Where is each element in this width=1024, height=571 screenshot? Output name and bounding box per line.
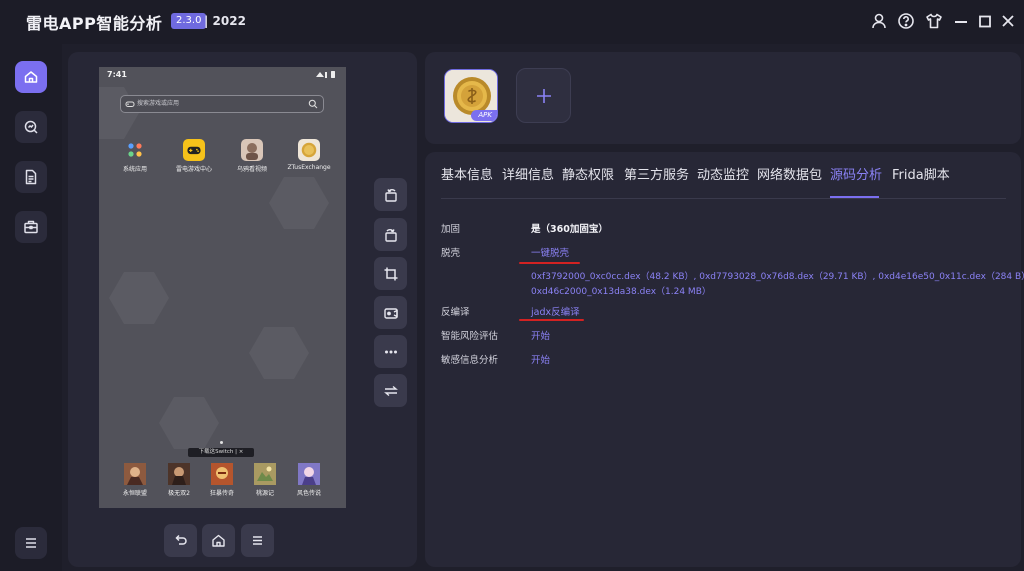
minimize-icon[interactable] (952, 12, 970, 30)
toolbox-icon (24, 220, 38, 234)
decompile-label: 反编译 (441, 307, 470, 318)
maximize-icon[interactable] (976, 12, 994, 30)
apk-badge: APK (471, 110, 497, 121)
red-underline-annotation (519, 319, 584, 321)
record-icon (383, 307, 398, 319)
game-center-icon (183, 139, 205, 161)
coin-app-icon (298, 139, 320, 161)
game-app-icon (211, 463, 233, 485)
tab-dynamic-monitor[interactable]: 动态监控 (697, 168, 749, 184)
home-icon (24, 71, 38, 83)
gamepad-icon (125, 101, 135, 107)
unpack-label: 脱壳 (441, 248, 461, 259)
game-app-icon (254, 463, 276, 485)
phone-screen[interactable]: 7:41 系统应用 雷电游戏中心 乌鸦看视频 ZTusExchange 下载这S… (99, 67, 346, 508)
video-app-icon (241, 139, 263, 161)
system-apps-icon (124, 139, 146, 161)
app-video[interactable]: 乌鸦看视频 (227, 139, 277, 173)
dock-app[interactable]: 风色传说 (284, 463, 334, 497)
add-apk-button[interactable] (516, 68, 571, 123)
record-button[interactable] (374, 296, 407, 329)
menu-icon (253, 536, 262, 545)
background-hexagon (249, 327, 309, 379)
version-badge: 2.3.0 (171, 13, 207, 29)
sidebar (0, 44, 62, 571)
more-button[interactable] (374, 335, 407, 368)
sidebar-item-analysis[interactable] (15, 111, 47, 143)
sidebar-item-toolbox[interactable] (15, 211, 47, 243)
shirt-icon[interactable] (925, 12, 943, 30)
crop-icon (384, 267, 397, 280)
title-bar: 雷电APP智能分析 2.3.0 | 2022 (0, 0, 1024, 44)
tab-basic-info[interactable]: 基本信息 (441, 168, 493, 184)
sidebar-item-home[interactable] (15, 61, 47, 93)
tab-frida-script[interactable]: Frida脚本 (892, 168, 950, 184)
switch-icon (383, 385, 398, 396)
app-title: 雷电APP智能分析 (26, 14, 163, 33)
risk-assessment-start-link[interactable]: 开始 (531, 328, 550, 342)
sidebar-item-documents[interactable] (15, 161, 47, 193)
crop-button[interactable] (374, 257, 407, 290)
user-icon[interactable] (870, 12, 888, 30)
background-hexagon (109, 272, 169, 324)
one-click-unpack-link[interactable]: 一键脱壳 (531, 245, 569, 259)
switch-tip-banner[interactable]: 下载这Switch | × (188, 448, 254, 457)
risk-assessment-label: 智能风险评估 (441, 331, 499, 342)
app-year: | 2022 (204, 14, 246, 28)
close-icon[interactable] (999, 12, 1017, 30)
active-tab-indicator (830, 196, 879, 198)
tab-source-analysis[interactable]: 源码分析 (830, 168, 882, 184)
device-back-button[interactable] (164, 524, 197, 557)
more-icon (384, 350, 397, 353)
rotate-left-icon (384, 188, 397, 202)
app-system-apps[interactable]: 系统应用 (110, 139, 160, 173)
document-icon (25, 169, 37, 185)
detail-panel (425, 152, 1021, 567)
menu-icon (26, 538, 36, 548)
phone-search-input[interactable] (137, 98, 307, 110)
dex-files-list: 0xd46c2000_0x13da38.dex（1.24 MB） (531, 287, 711, 297)
device-menu-button[interactable] (241, 524, 274, 557)
jadx-decompile-link[interactable]: jadx反编译 (531, 304, 580, 318)
page-indicator (220, 441, 223, 444)
device-home-button[interactable] (202, 524, 235, 557)
game-app-icon (124, 463, 146, 485)
background-hexagon (269, 177, 329, 229)
back-icon (175, 534, 187, 545)
search-analysis-icon (24, 120, 38, 134)
app-ztus-exchange[interactable]: ZTusExchange (284, 139, 334, 171)
hardening-label: 加固 (441, 224, 461, 235)
status-time: 7:41 (107, 70, 127, 79)
status-icons (316, 71, 335, 78)
tab-detail-info[interactable]: 详细信息 (502, 168, 554, 184)
app-game-center[interactable]: 雷电游戏中心 (169, 139, 219, 173)
rotate-right-icon (384, 228, 397, 242)
switch-button[interactable] (374, 374, 407, 407)
phone-search-bar[interactable] (120, 95, 324, 113)
dock-app[interactable]: 桃源记 (240, 463, 290, 497)
apk-card[interactable]: APK (444, 69, 498, 123)
sidebar-menu-button[interactable] (15, 527, 47, 559)
red-underline-annotation (519, 262, 580, 264)
rotate-left-button[interactable] (374, 178, 407, 211)
apk-panel (425, 52, 1021, 144)
game-app-icon (298, 463, 320, 485)
background-hexagon (159, 397, 219, 449)
plus-icon (536, 88, 551, 103)
hardening-value: 是（360加固宝） (531, 224, 608, 235)
dex-files-list: 0xf3792000_0xc0cc.dex（48.2 KB）, 0xd77930… (531, 272, 1024, 282)
tab-third-party-services[interactable]: 第三方服务 (624, 168, 689, 184)
game-app-icon (168, 463, 190, 485)
tab-static-permissions[interactable]: 静态权限 (562, 168, 614, 184)
sensitive-info-start-link[interactable]: 开始 (531, 352, 550, 366)
dock-app[interactable]: 永恒联盟 (110, 463, 160, 497)
rotate-right-button[interactable] (374, 218, 407, 251)
search-icon (308, 99, 318, 109)
tab-divider (441, 198, 1006, 199)
help-icon[interactable] (897, 12, 915, 30)
home-icon (212, 534, 225, 547)
tab-network-packets[interactable]: 网络数据包 (757, 168, 822, 184)
sensitive-info-label: 敏感信息分析 (441, 355, 499, 366)
